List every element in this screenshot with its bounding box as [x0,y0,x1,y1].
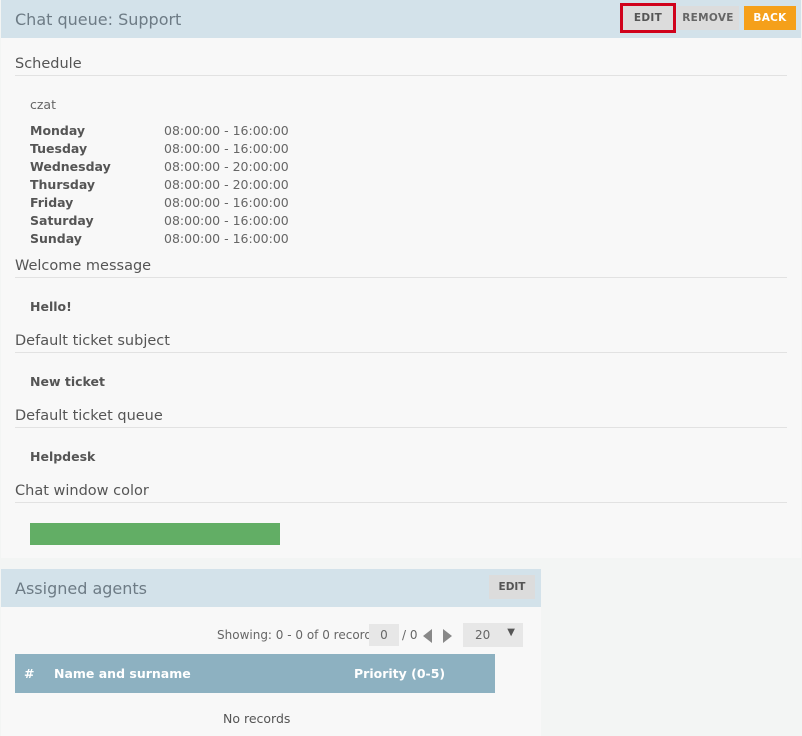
agents-table-header: # Name and surname Priority (0-5) [15,654,495,693]
records-summary: Showing: 0 - 0 of 0 records [217,628,379,642]
panel-header: Chat queue: Support EDIT REMOVE BACK [1,0,801,38]
schedule-row: Thursday 08:00:00 - 20:00:00 [30,177,330,195]
assigned-agents-panel: Assigned agents EDIT Showing: 0 - 0 of 0… [1,569,541,736]
schedule-hours: 08:00:00 - 16:00:00 [164,231,289,246]
schedule-day: Sunday [30,231,82,246]
page-total: / 0 [402,628,418,642]
ticket-subject-value: New ticket [30,374,105,389]
schedule-hours: 08:00:00 - 16:00:00 [164,213,289,228]
ticket-queue-section-title: Default ticket queue [15,408,787,428]
welcome-section-title: Welcome message [15,258,787,278]
previous-page-icon[interactable] [423,629,432,643]
schedule-day: Monday [30,123,86,138]
page-number-input[interactable] [369,624,399,646]
schedule-row: Saturday 08:00:00 - 16:00:00 [30,213,330,231]
column-header-number[interactable]: # [24,666,34,681]
chat-color-swatch [30,523,280,545]
schedule-hours: 08:00:00 - 16:00:00 [164,141,289,156]
schedule-day: Tuesday [30,141,88,156]
agents-header: Assigned agents EDIT [1,569,541,607]
agents-title: Assigned agents [15,579,147,598]
empty-table-message: No records [223,711,291,726]
schedule-hours: 08:00:00 - 16:00:00 [164,123,289,138]
chat-color-section-title: Chat window color [15,483,787,503]
schedule-hours: 08:00:00 - 16:00:00 [164,195,289,210]
remove-button[interactable]: REMOVE [677,6,739,30]
schedule-hours: 08:00:00 - 20:00:00 [164,159,289,174]
back-button[interactable]: BACK [744,6,796,30]
schedule-row: Tuesday 08:00:00 - 16:00:00 [30,141,330,159]
agents-edit-button[interactable]: EDIT [489,575,535,599]
schedule-day: Thursday [30,177,96,192]
schedule-row: Sunday 08:00:00 - 16:00:00 [30,231,330,249]
schedule-row: Wednesday 08:00:00 - 20:00:00 [30,159,330,177]
schedule-section-title: Schedule [15,56,787,76]
schedule-day: Friday [30,195,74,210]
page-size-select[interactable]: 20 ▼ [463,623,523,647]
schedule-row: Friday 08:00:00 - 16:00:00 [30,195,330,213]
schedule-row: Monday 08:00:00 - 16:00:00 [30,123,330,141]
page-size-value: 20 [475,628,491,642]
column-header-name[interactable]: Name and surname [54,666,191,681]
ticket-queue-value: Helpdesk [30,449,96,464]
schedule-hours: 08:00:00 - 20:00:00 [164,177,289,192]
schedule-day: Wednesday [30,159,111,174]
edit-button[interactable]: EDIT [620,3,676,33]
schedule-name: czat [30,97,56,112]
welcome-message-value: Hello! [30,299,72,314]
schedule-day: Saturday [30,213,94,228]
queue-details-panel: Chat queue: Support EDIT REMOVE BACK Sch… [1,0,801,558]
column-header-priority[interactable]: Priority (0-5) [354,666,445,681]
page-title: Chat queue: Support [15,10,182,29]
caret-down-icon: ▼ [507,627,515,638]
ticket-subject-section-title: Default ticket subject [15,333,787,353]
next-page-icon[interactable] [443,629,452,643]
